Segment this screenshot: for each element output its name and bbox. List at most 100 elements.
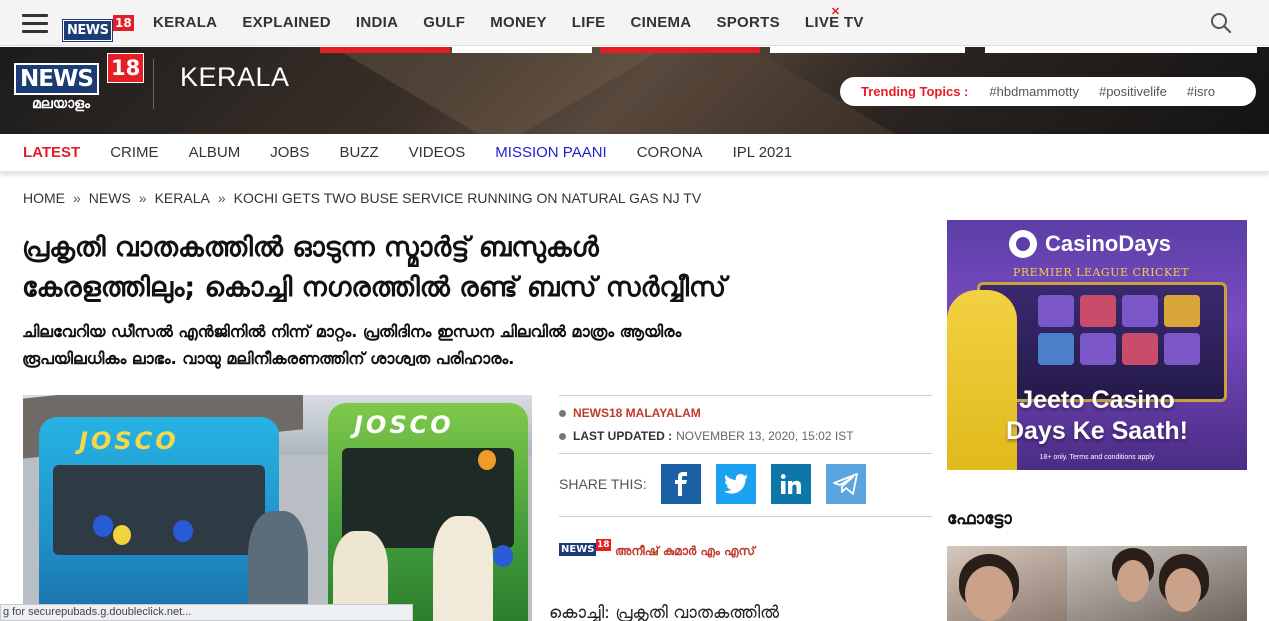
breadcrumb-news[interactable]: NEWS	[89, 190, 131, 206]
breadcrumb-current: KOCHI GETS TWO BUSE SERVICE RUNNING ON N…	[233, 190, 702, 206]
subnav-videos[interactable]: VIDEOS	[409, 144, 466, 161]
thumbnail-person	[1117, 560, 1149, 602]
meta-divider	[559, 453, 932, 454]
breadcrumb-separator: »	[138, 190, 147, 206]
slot-cell	[1122, 295, 1158, 327]
subnav-latest[interactable]: LATEST	[23, 144, 80, 161]
facebook-share-button[interactable]	[660, 464, 701, 504]
twitter-icon	[723, 474, 748, 494]
news18-malayalam-logo[interactable]: NEWS 18 മലയാളം	[14, 53, 145, 115]
trending-label: Trending Topics :	[861, 84, 969, 99]
nav-money[interactable]: MONEY	[490, 14, 547, 31]
meta-source-row: NEWS18 MALAYALAM	[559, 406, 932, 420]
slot-cell	[1164, 333, 1200, 365]
logo-number: 18	[596, 539, 611, 551]
logo-number: 18	[107, 53, 145, 83]
trending-topic[interactable]: #positivelife	[1099, 84, 1167, 99]
photo-balloon	[93, 515, 113, 537]
nav-life[interactable]: LIFE	[572, 14, 606, 31]
banner-strip	[600, 47, 760, 53]
article-headline: പ്രകൃതി വാതകത്തിൽ ഓടുന്ന സ്മാർട്ട് ബസുകൾ…	[22, 228, 902, 308]
bus-sign: JOSCO	[354, 411, 454, 439]
bus-windscreen	[53, 465, 265, 555]
nav-explained[interactable]: EXPLAINED	[242, 14, 331, 31]
telegram-share-button[interactable]	[825, 464, 866, 504]
slot-cell	[1164, 295, 1200, 327]
browser-status-bar: g for securepubads.g.doubleclick.net...	[0, 604, 413, 621]
meta-divider	[559, 395, 932, 396]
photo-balloon	[493, 545, 513, 567]
standfirst-line: ചിലവേറിയ ഡീസൽ എൻജിനിൽ നിന്ന് മാറ്റം. പ്ര…	[22, 322, 682, 341]
live-indicator-icon: ✕	[830, 6, 841, 18]
photo-balloon	[173, 520, 193, 542]
ad-league-text: PREMIER LEAGUE CRICKET	[1013, 266, 1190, 279]
photo-bus-blue: JOSCO	[39, 417, 279, 621]
photo-person	[433, 516, 493, 621]
nav-cinema[interactable]: CINEMA	[630, 14, 691, 31]
standfirst-line: രൂപയിലധികം ലാഭം. വായു മലിനീകരണത്തിന് ശാശ…	[22, 349, 515, 368]
header-banner: NEWS 18 മലയാളം KERALA Trending Topics : …	[0, 47, 1269, 134]
thumbnail-person	[965, 566, 1013, 621]
casino-days-ad[interactable]: CasinoDays PREMIER LEAGUE CRICKET Jeeto …	[947, 220, 1247, 470]
linkedin-icon	[780, 474, 801, 494]
logo-number: 18	[113, 15, 134, 31]
article-photo[interactable]: JOSCO JOSCO	[23, 395, 532, 621]
telegram-icon	[832, 473, 858, 495]
section-subnav: LATEST CRIME ALBUM JOBS BUZZ VIDEOS MISS…	[0, 134, 1269, 172]
subnav-buzz[interactable]: BUZZ	[339, 144, 378, 161]
nav-live-tv[interactable]: ✕ LIVE TV	[805, 6, 864, 31]
linkedin-share-button[interactable]	[770, 464, 811, 504]
article-source[interactable]: NEWS18 MALAYALAM	[573, 406, 701, 420]
search-icon[interactable]	[1210, 12, 1232, 34]
slot-cell	[1038, 333, 1074, 365]
nav-kerala[interactable]: KERALA	[153, 14, 217, 31]
banner-strip	[452, 47, 592, 53]
banner-strip	[985, 47, 1257, 53]
photo-balloon	[478, 450, 496, 470]
photo-section-heading[interactable]: ഫോട്ടോ	[947, 509, 1012, 529]
subnav-ipl-2021[interactable]: IPL 2021	[733, 144, 793, 161]
header-divider	[153, 59, 154, 109]
hamburger-icon[interactable]	[22, 14, 48, 33]
bullet-icon	[559, 409, 566, 417]
nav-sports[interactable]: SPORTS	[716, 14, 779, 31]
thumbnail-person	[1165, 568, 1201, 612]
subnav-album[interactable]: ALBUM	[189, 144, 241, 161]
banner-strip	[320, 47, 450, 53]
share-bar: SHARE THIS:	[559, 464, 932, 504]
ad-brand-name: CasinoDays	[1045, 231, 1171, 256]
casinodays-logo-icon	[1009, 230, 1037, 258]
slot-cell	[1080, 333, 1116, 365]
nav-india[interactable]: INDIA	[356, 14, 398, 31]
news18-logo-small[interactable]: NEWS 18	[61, 15, 134, 42]
subnav-mission-paani[interactable]: MISSION PAANI	[495, 144, 606, 161]
nav-gulf[interactable]: GULF	[423, 14, 465, 31]
updated-label: LAST UPDATED :	[573, 429, 673, 443]
trending-topic[interactable]: #hbdmammotty	[989, 84, 1079, 99]
trending-topic[interactable]: #isro	[1187, 84, 1215, 99]
photo-gallery-thumbnail[interactable]	[947, 546, 1247, 621]
headline-line: പ്രകൃതി വാതകത്തിൽ ഓടുന്ന സ്മാർട്ട് ബസുകൾ	[22, 232, 599, 263]
author-name[interactable]: അനീഷ് കുമാർ എം എസ്	[615, 544, 755, 559]
slot-cell	[1038, 295, 1074, 327]
headline-line: കേരളത്തിലും; കൊച്ചി നഗരത്തിൽ രണ്ട് ബസ് സ…	[22, 272, 727, 303]
breadcrumb-kerala[interactable]: KERALA	[155, 190, 210, 206]
subnav-crime[interactable]: CRIME	[110, 144, 158, 161]
facebook-icon	[674, 472, 687, 496]
article-standfirst: ചിലവേറിയ ഡീസൽ എൻജിനിൽ നിന്ന് മാറ്റം. പ്ര…	[22, 318, 902, 372]
twitter-share-button[interactable]	[715, 464, 756, 504]
updated-value: NOVEMBER 13, 2020, 15:02 IST	[676, 429, 854, 443]
logo-text: NEWS	[61, 19, 114, 42]
thumbnail-right	[1067, 546, 1247, 621]
subnav-jobs[interactable]: JOBS	[270, 144, 309, 161]
breadcrumb-separator: »	[217, 190, 226, 206]
author-byline: NEWS 18 അനീഷ് കുമാർ എം എസ്	[559, 539, 932, 563]
trending-topics: Trending Topics : #hbdmammotty #positive…	[840, 77, 1256, 106]
share-label: SHARE THIS:	[559, 476, 647, 492]
ad-terms: 18+ only. Terms and conditions apply	[1039, 454, 1155, 461]
subnav-corona[interactable]: CORONA	[637, 144, 703, 161]
breadcrumb-home[interactable]: HOME	[23, 190, 65, 206]
bus-sign: JOSCO	[79, 427, 179, 455]
logo-subtitle: മലയാളം	[32, 96, 91, 112]
breadcrumb-separator: »	[73, 190, 81, 206]
